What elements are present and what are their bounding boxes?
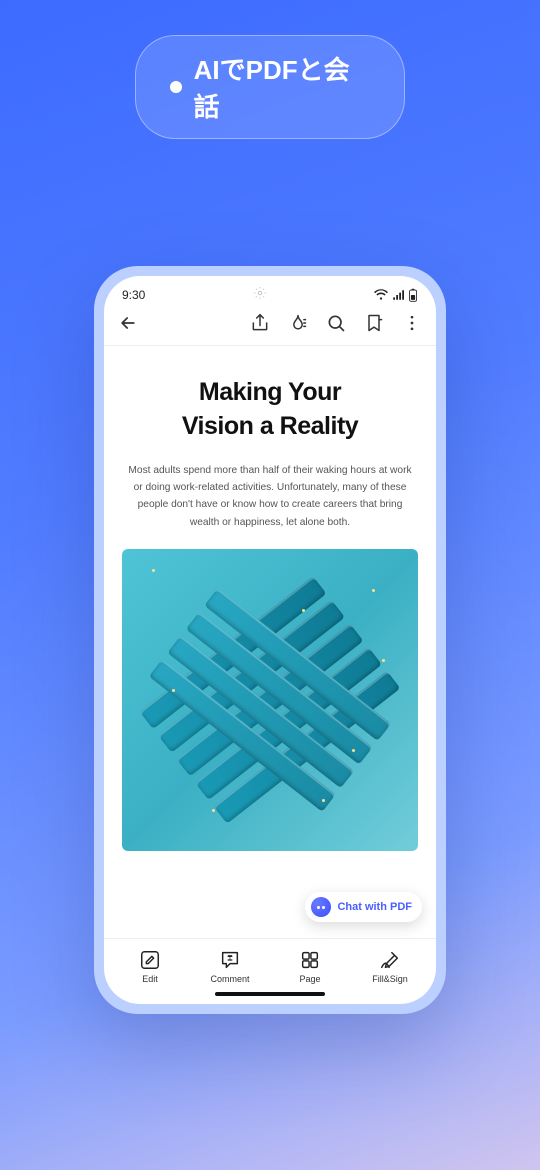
top-toolbar (104, 307, 436, 346)
fill-sign-tab-label: Fill&Sign (372, 974, 408, 984)
cellular-icon (392, 289, 404, 301)
document-image (122, 549, 418, 851)
wifi-icon (374, 289, 388, 301)
back-button[interactable] (118, 313, 138, 333)
ink-annotation-button[interactable] (288, 313, 308, 333)
phone-screen: 9:30 (104, 276, 436, 1004)
bookmark-button[interactable] (364, 313, 384, 333)
comment-tab[interactable]: T Comment (195, 949, 265, 984)
header-tagline-pill: AIでPDFと会話 (135, 35, 405, 139)
chat-with-pdf-button[interactable]: Chat with PDF (305, 892, 422, 922)
search-button[interactable] (326, 313, 346, 333)
svg-text:T: T (228, 953, 233, 962)
brightness-icon (253, 286, 267, 303)
fill-sign-tab[interactable]: Fill&Sign (355, 949, 425, 984)
page-tab[interactable]: Page (275, 949, 345, 984)
edit-tab[interactable]: Edit (115, 949, 185, 984)
bottom-toolbar: Edit T Comment Page Fill&Sign (104, 938, 436, 988)
document-body-paragraph: Most adults spend more than half of thei… (122, 462, 418, 531)
home-indicator[interactable] (215, 992, 325, 996)
edit-tab-label: Edit (142, 974, 158, 984)
document-viewport[interactable]: Making Your Vision a Reality Most adults… (104, 346, 436, 938)
comment-tab-label: Comment (210, 974, 249, 984)
bullet-dot-icon (170, 81, 182, 93)
ai-avatar-icon (311, 897, 331, 917)
chat-with-pdf-label: Chat with PDF (337, 901, 412, 913)
document-title-line2: Vision a Reality (182, 412, 358, 440)
document-title: Making Your Vision a Reality (122, 376, 418, 444)
page-tab-label: Page (299, 974, 320, 984)
more-button[interactable] (402, 313, 422, 333)
document-title-line1: Making Your (199, 378, 341, 406)
battery-icon (408, 288, 418, 302)
share-button[interactable] (250, 313, 270, 333)
phone-frame: 9:30 (94, 266, 446, 1014)
status-bar: 9:30 (104, 276, 436, 307)
status-time: 9:30 (122, 288, 145, 302)
header-tagline-text: AIでPDFと会話 (194, 50, 370, 124)
